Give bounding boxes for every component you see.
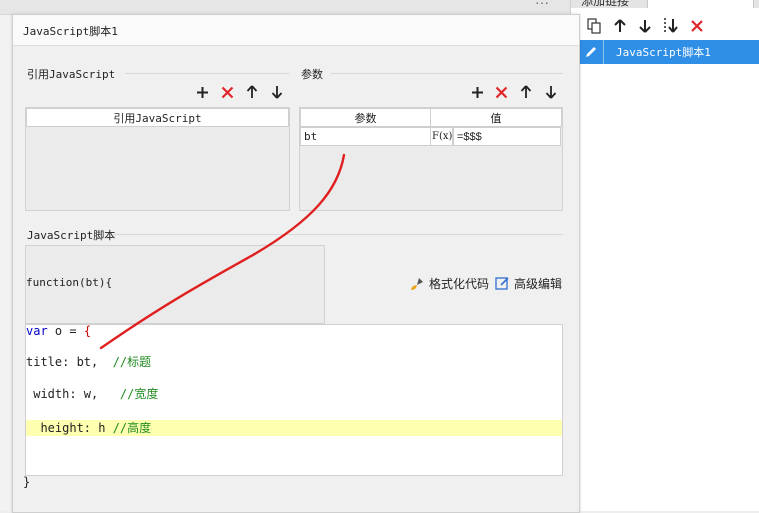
copy-icon [587, 18, 601, 34]
plus-icon [471, 86, 483, 98]
brush-icon [411, 277, 423, 290]
param-up-button[interactable] [517, 83, 535, 101]
param-name-cell[interactable]: bt [300, 127, 431, 146]
add-param-button[interactable] [468, 83, 486, 101]
function-header: function(bt){ [26, 276, 113, 289]
closing-brace: } [23, 475, 31, 489]
arrow-up-icon [614, 19, 626, 32]
plus-icon [196, 86, 208, 98]
link-input[interactable] [647, 0, 754, 8]
delete-icon [495, 86, 507, 98]
formula-icon[interactable]: F(x) [430, 127, 453, 146]
divider [113, 234, 563, 235]
params-table[interactable]: 参数 值 bt F(x) =$$$ [299, 107, 563, 211]
move-bottom-icon [664, 18, 678, 33]
format-code-button[interactable]: 格式化代码 [409, 275, 489, 292]
code-line: width: w, //宽度 [26, 387, 159, 401]
javascript-dialog: JavaScript脚本1 引用JavaScript 引用JavaScript … [12, 14, 580, 513]
remove-reference-button[interactable] [218, 83, 236, 101]
pencil-icon [579, 45, 603, 59]
add-reference-button[interactable] [193, 83, 211, 101]
arrow-down-icon [545, 86, 557, 99]
reference-down-button[interactable] [268, 83, 286, 101]
function-header-box: function(bt){ [25, 245, 325, 324]
references-section-title: 引用JavaScript [27, 68, 116, 81]
script-item-label: JavaScript脚本1 [616, 46, 711, 59]
move-bottom-button[interactable] [660, 14, 682, 38]
param-value-header: 值 [430, 108, 562, 127]
highlighted-code-line: height: h //高度 [26, 420, 562, 436]
copy-button[interactable] [583, 14, 605, 38]
tab-add-link[interactable]: 添加链接 [581, 0, 629, 8]
right-tabbar: 添加链接 [571, 0, 759, 8]
right-panel: 添加链接 JavaScript脚本1 [570, 0, 759, 511]
code-editor[interactable]: var o = { title: bt, //标题 width: w, //宽度… [25, 324, 563, 476]
param-value-cell[interactable]: =$$$ [453, 127, 561, 146]
arrow-down-icon [639, 20, 651, 33]
overflow-menu-icon[interactable]: ··· [535, 0, 549, 10]
param-name-header: 参数 [300, 108, 431, 127]
advanced-edit-button[interactable]: 高级编辑 [495, 275, 562, 292]
reference-up-button[interactable] [243, 83, 261, 101]
move-down-button[interactable] [634, 14, 656, 38]
dialog-titlebar: JavaScript脚本1 [13, 15, 579, 46]
code-line: var o = { [26, 324, 92, 338]
arrow-down-icon [271, 86, 283, 99]
background-toolbar [0, 0, 570, 15]
divider [125, 73, 289, 74]
advanced-edit-label: 高级编辑 [514, 277, 563, 291]
references-table[interactable]: 引用JavaScript [25, 107, 290, 211]
script-section-title: JavaScript脚本 [27, 229, 116, 242]
divider [331, 73, 563, 74]
script-list-item[interactable]: JavaScript脚本1 [579, 40, 759, 64]
param-down-button[interactable] [542, 83, 560, 101]
arrow-up-icon [246, 85, 258, 98]
remove-param-button[interactable] [492, 83, 510, 101]
edit-icon [495, 277, 509, 290]
delete-icon [221, 86, 233, 98]
move-up-button[interactable] [609, 14, 631, 38]
code-line: title: bt, //标题 [26, 355, 152, 369]
delete-icon [691, 20, 703, 32]
references-column-header: 引用JavaScript [26, 108, 289, 127]
params-section-title: 参数 [301, 68, 323, 81]
format-code-label: 格式化代码 [429, 277, 490, 291]
right-toolbar [571, 14, 759, 40]
dialog-title: JavaScript脚本1 [23, 25, 118, 38]
delete-link-button[interactable] [686, 14, 708, 38]
arrow-up-icon [520, 85, 532, 98]
